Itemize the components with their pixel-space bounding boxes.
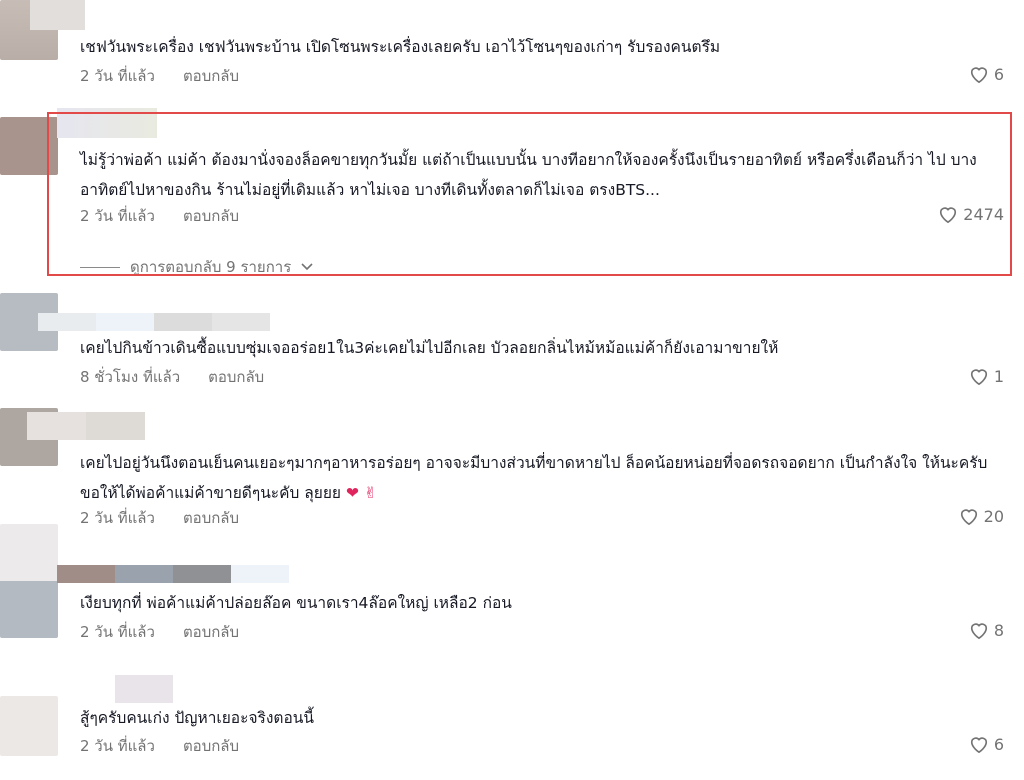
comment-text: เงียบทุกที่ พ่อค้าแม่ค้าปล่อยล๊อค ขนาดเร… <box>80 594 512 612</box>
like-count: 8 <box>993 620 1004 640</box>
like-button[interactable]: 6 <box>968 64 1004 84</box>
like-button[interactable]: 1 <box>968 366 1004 386</box>
username-blurred[interactable] <box>30 0 85 30</box>
heart-outline-icon <box>970 67 987 84</box>
username-blurred[interactable] <box>57 565 289 583</box>
username-blurred[interactable] <box>115 675 173 703</box>
like-count: 6 <box>993 734 1004 754</box>
comment-text: สู้ๆครับคนเก่ง ปัญหาเยอะจริงตอนนี้ <box>80 709 314 727</box>
reply-link[interactable]: ตอบกลับ <box>208 367 264 387</box>
like-button[interactable]: 8 <box>968 620 1004 640</box>
heart-outline-icon <box>960 509 977 526</box>
comment-text: เชฟวันพระเครื่อง เชฟวันพระบ้าน เปิดโซนพร… <box>80 38 721 56</box>
avatar[interactable] <box>0 696 58 756</box>
username-blurred[interactable] <box>38 313 270 331</box>
like-count: 6 <box>993 64 1004 84</box>
username-blurred[interactable] <box>27 412 145 440</box>
like-count: 20 <box>983 506 1004 526</box>
comment-time: 2 วัน ที่แล้ว <box>80 737 155 755</box>
comment-time: 2 วัน ที่แล้ว <box>80 67 155 85</box>
reply-link[interactable]: ตอบกลับ <box>183 736 239 756</box>
avatar[interactable] <box>0 524 58 638</box>
comment-time: 8 ชั่วโมง ที่แล้ว <box>80 368 181 386</box>
heart-outline-icon <box>970 369 987 386</box>
reply-link[interactable]: ตอบกลับ <box>183 66 239 86</box>
comment-text-body: เคยไปอยู่วันนึงตอนเย็นคนเยอะๆมากๆอาหารอร… <box>80 454 988 502</box>
comment-time: 2 วัน ที่แล้ว <box>80 623 155 641</box>
reply-link[interactable]: ตอบกลับ <box>183 508 239 528</box>
highlight-box <box>47 112 1012 276</box>
like-button[interactable]: 6 <box>968 734 1004 754</box>
comment-time: 2 วัน ที่แล้ว <box>80 509 155 527</box>
heart-outline-icon <box>970 623 987 640</box>
comment-text: เคยไปอยู่วันนึงตอนเย็นคนเยอะๆมากๆอาหารอร… <box>80 448 1010 508</box>
emoji: ❤ ✌ <box>345 484 377 502</box>
like-count: 1 <box>993 366 1004 386</box>
like-button[interactable]: 20 <box>958 506 1004 526</box>
reply-link[interactable]: ตอบกลับ <box>183 622 239 642</box>
heart-outline-icon <box>970 737 987 754</box>
comment-text: เคยไปกินข้าวเดินซื้อแบบซุ่มเจออร่อย1ใน3ค… <box>80 339 779 357</box>
